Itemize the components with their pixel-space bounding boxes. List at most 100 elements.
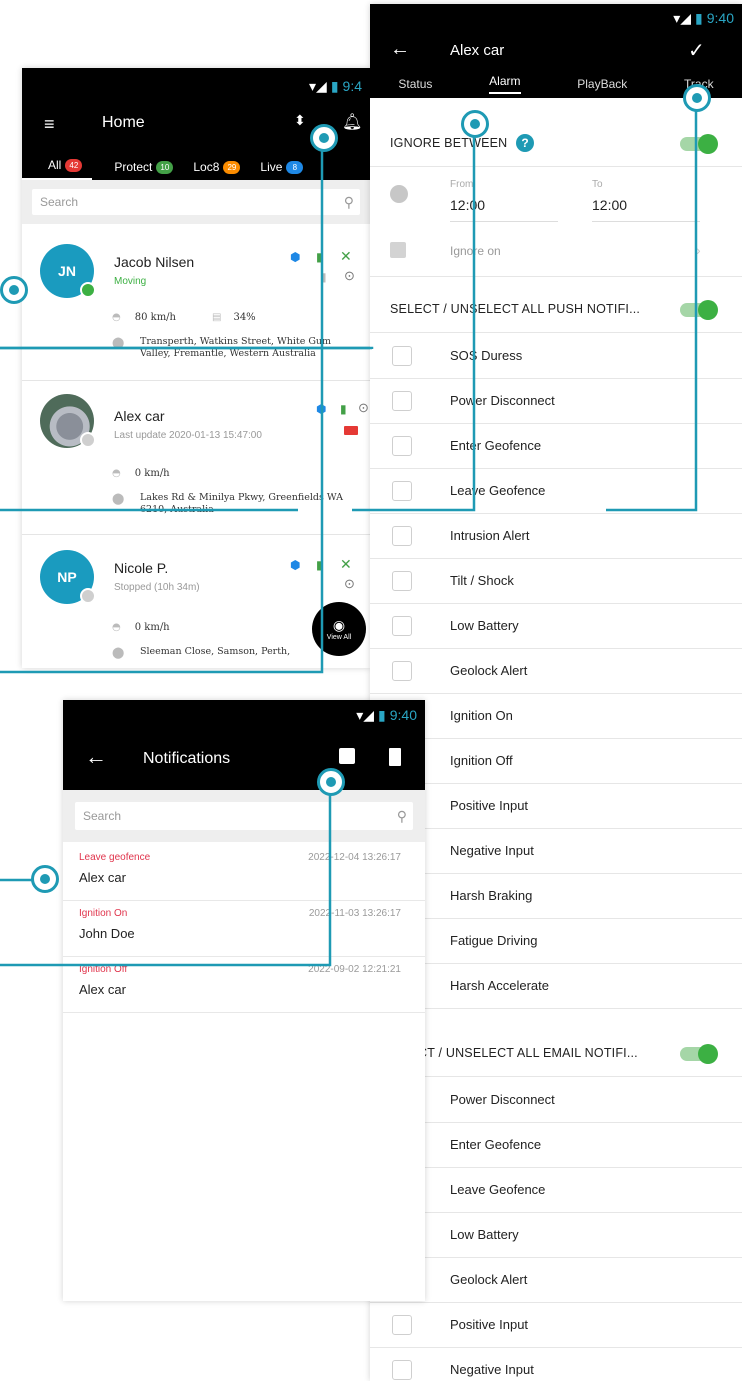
notification-item[interactable]: Leave geofence Alex car 2022-12-04 13:26… bbox=[63, 844, 425, 901]
push-row[interactable]: SOS Duress bbox=[370, 334, 742, 379]
to-label: To bbox=[592, 179, 603, 190]
gps-icon: ✕ bbox=[340, 248, 352, 264]
status-dot bbox=[80, 282, 96, 298]
help-icon[interactable]: ? bbox=[516, 134, 534, 152]
push-row[interactable]: Power Disconnect bbox=[370, 379, 742, 424]
push-row[interactable]: Harsh Accelerate bbox=[370, 964, 742, 1009]
trash-icon[interactable] bbox=[389, 748, 401, 766]
push-row[interactable]: Negative Input bbox=[370, 829, 742, 874]
home-screen: ▾◢ ▮ 9:4 ≡ Home ⬍ 🔔︎ All 42 Protect 10 Loc… bbox=[22, 68, 370, 668]
back-arrow-icon[interactable]: ← bbox=[390, 38, 410, 61]
target-icon[interactable]: ⊙ bbox=[344, 268, 355, 284]
ignore-between-label: IGNORE BETWEEN bbox=[390, 136, 508, 150]
location-icon: ⬤ bbox=[112, 337, 125, 349]
email-label: Leave Geofence bbox=[450, 1182, 546, 1197]
tab-protect[interactable]: Protect 10 bbox=[104, 160, 183, 180]
battery-icon: ▮ bbox=[330, 77, 339, 94]
notification-item[interactable]: Ignition On John Doe 2022-11-03 13:26:17 bbox=[63, 900, 425, 957]
email-label: Positive Input bbox=[450, 1317, 529, 1332]
from-label: From bbox=[450, 179, 474, 190]
email-row[interactable]: Negative Input bbox=[370, 1348, 742, 1381]
tab-status[interactable]: Status bbox=[398, 77, 432, 91]
shield-icon: ⬢ bbox=[290, 558, 301, 572]
push-checkbox[interactable] bbox=[392, 346, 412, 366]
push-row[interactable]: Leave Geofence bbox=[370, 469, 742, 514]
push-label: Geolock Alert bbox=[450, 663, 528, 678]
push-checkbox[interactable] bbox=[392, 481, 412, 501]
search-icon[interactable]: ⚲ bbox=[344, 194, 354, 211]
notification-time: 2022-09-02 12:21:21 bbox=[308, 964, 401, 975]
bell-icon[interactable]: 🔔︎ bbox=[342, 112, 362, 132]
status-time: 9:40 bbox=[389, 707, 417, 723]
push-row[interactable]: Ignition On bbox=[370, 694, 742, 739]
shield-icon: ⬢ bbox=[316, 402, 327, 416]
tab-live[interactable]: Live 8 bbox=[250, 160, 313, 180]
email-checkbox[interactable] bbox=[392, 1360, 412, 1380]
push-row[interactable]: Harsh Braking bbox=[370, 874, 742, 919]
push-row[interactable]: Enter Geofence bbox=[370, 424, 742, 469]
tab-loc8[interactable]: Loc8 29 bbox=[183, 160, 250, 180]
wifi-icon: ▾◢ bbox=[673, 9, 692, 26]
back-arrow-icon[interactable]: ← bbox=[85, 744, 107, 770]
push-row[interactable]: Ignition Off bbox=[370, 739, 742, 784]
vehicle-card[interactable]: JN Jacob Nilsen Moving ⬢ ▮ ✕ ▮ ⊙ ◓ 80 km… bbox=[22, 228, 370, 381]
status-dot bbox=[80, 588, 96, 604]
ignore-between-toggle[interactable] bbox=[680, 134, 718, 154]
tab-all[interactable]: All 42 bbox=[22, 158, 93, 180]
push-select-all-toggle[interactable] bbox=[680, 300, 718, 320]
email-checkbox[interactable] bbox=[392, 1315, 412, 1335]
battery-icon: ▮ bbox=[695, 9, 703, 26]
target-icon[interactable]: ⊙ bbox=[358, 400, 369, 416]
email-row[interactable]: Positive Input bbox=[370, 1303, 742, 1348]
search-input[interactable]: Search ⚲ bbox=[32, 189, 360, 215]
tab-playback[interactable]: PlayBack bbox=[577, 77, 627, 91]
push-row[interactable]: Low Battery bbox=[370, 604, 742, 649]
card-icon bbox=[344, 426, 358, 435]
push-checkbox[interactable] bbox=[392, 616, 412, 636]
push-row[interactable]: Geolock Alert bbox=[370, 649, 742, 694]
tab-alarm[interactable]: Alarm bbox=[489, 74, 521, 94]
push-checkbox[interactable] bbox=[392, 391, 412, 411]
push-row[interactable]: Tilt / Shock bbox=[370, 559, 742, 604]
email-row[interactable]: Power Disconnect bbox=[370, 1078, 742, 1123]
speed-row: ◓ 80 km/h ▤ 34% bbox=[112, 312, 256, 323]
callout-marker bbox=[461, 110, 489, 138]
search-icon[interactable]: ⚲ bbox=[397, 808, 407, 825]
push-row[interactable]: Fatigue Driving bbox=[370, 919, 742, 964]
check-icon[interactable]: ✓ bbox=[688, 38, 705, 63]
vehicle-card[interactable]: Alex car Last update 2020-01-13 15:47:00… bbox=[22, 382, 370, 535]
menu-icon[interactable]: ≡ bbox=[44, 114, 55, 135]
push-checkbox[interactable] bbox=[392, 526, 412, 546]
push-row[interactable]: Positive Input bbox=[370, 784, 742, 829]
vehicle-card[interactable]: NP Nicole P. Stopped (10h 34m) ⬢ ▮ ✕ ⊙ ◓… bbox=[22, 536, 370, 668]
email-row[interactable]: Leave Geofence bbox=[370, 1168, 742, 1213]
push-label: Positive Input bbox=[450, 798, 529, 813]
speedometer-icon: ◓ bbox=[112, 622, 121, 633]
app-bar: ← Alex car ✓ bbox=[370, 32, 742, 70]
sort-icon[interactable]: ⬍ bbox=[294, 112, 306, 129]
ignore-on-row[interactable]: Ignore on › bbox=[370, 228, 742, 277]
eye-icon: ◉ bbox=[332, 617, 346, 633]
push-checkbox[interactable] bbox=[392, 571, 412, 591]
notification-item[interactable]: Ignition Off Alex car 2022-09-02 12:21:2… bbox=[63, 956, 425, 1013]
email-select-all-toggle[interactable] bbox=[680, 1044, 718, 1064]
speedometer-icon: ◓ bbox=[112, 312, 121, 323]
from-time-field[interactable]: 12:00 bbox=[450, 197, 558, 222]
push-checkbox[interactable] bbox=[392, 661, 412, 681]
push-label: Fatigue Driving bbox=[450, 933, 538, 948]
status-bar: ▾◢ ▮ 9:4 bbox=[22, 68, 370, 104]
email-row[interactable]: Enter Geofence bbox=[370, 1123, 742, 1168]
speed-row: ◓ 0 km/h bbox=[112, 468, 170, 479]
email-label: Geolock Alert bbox=[450, 1272, 528, 1287]
view-all-button[interactable]: ◉ View All bbox=[312, 602, 366, 656]
calendar-icon[interactable] bbox=[339, 748, 355, 764]
email-row[interactable]: Low Battery bbox=[370, 1213, 742, 1258]
push-checkbox[interactable] bbox=[392, 436, 412, 456]
push-row[interactable]: Intrusion Alert bbox=[370, 514, 742, 559]
email-row[interactable]: Geolock Alert bbox=[370, 1258, 742, 1303]
to-time-field[interactable]: 12:00 bbox=[592, 197, 700, 222]
page-title: Alex car bbox=[450, 42, 505, 59]
target-icon[interactable]: ⊙ bbox=[344, 576, 355, 592]
search-input[interactable]: Search ⚲ bbox=[75, 802, 413, 830]
vehicle-address: Lakes Rd & Minilya Pkwy, Greenfields WA … bbox=[140, 492, 344, 515]
